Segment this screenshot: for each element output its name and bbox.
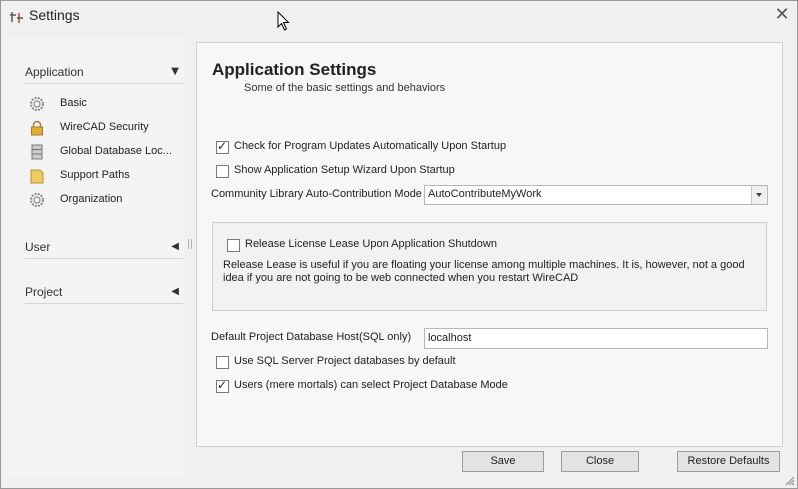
resize-grip-icon[interactable] <box>785 476 795 486</box>
community-mode-dropdown[interactable]: AutoContributeMyWork <box>424 185 768 205</box>
release-license-label: Release License Lease Upon Application S… <box>245 238 497 250</box>
folder-icon <box>30 169 44 184</box>
chevron-left-icon: ◀ <box>171 241 179 252</box>
nav-group-label: Project <box>25 285 63 299</box>
show-wizard-label: Show Application Setup Wizard Upon Start… <box>234 164 455 176</box>
window-title: Settings <box>29 7 80 23</box>
restore-defaults-button[interactable]: Restore Defaults <box>677 451 780 472</box>
chevron-down-icon[interactable] <box>751 186 767 204</box>
db-host-input[interactable] <box>425 329 758 346</box>
db-host-label: Default Project Database Host(SQL only) <box>211 331 412 343</box>
sidebar-item-global-database[interactable]: Global Database Loc... <box>29 143 179 161</box>
sidebar-item-organization[interactable]: Organization <box>29 191 179 209</box>
sidebar-item-label: Organization <box>60 193 123 205</box>
users-select-label: Users (mere mortals) can select Project … <box>234 379 508 391</box>
nav-group-project[interactable]: Project ◀ <box>25 285 183 304</box>
chevron-down-icon: ▼ <box>171 66 179 77</box>
mouse-cursor-icon <box>277 11 290 31</box>
sidebar-item-label: Support Paths <box>60 169 130 181</box>
release-license-description: Release Lease is useful if you are float… <box>223 259 745 284</box>
sidebar-item-basic[interactable]: Basic <box>29 95 179 113</box>
sidebar-item-label: Basic <box>60 97 87 109</box>
nav-group-label: User <box>25 240 51 254</box>
chevron-left-icon: ◀ <box>171 286 179 297</box>
sidebar-item-support-paths[interactable]: Support Paths <box>29 167 179 185</box>
users-select-checkbox[interactable] <box>216 378 229 393</box>
app-icon <box>10 12 23 23</box>
close-window-button[interactable]: ✕ <box>773 6 791 24</box>
show-wizard-checkbox[interactable] <box>216 165 229 178</box>
save-button[interactable]: Save <box>462 451 544 472</box>
sidebar-item-label: WireCAD Security <box>60 121 149 133</box>
community-library-label: Community Library Auto-Contribution Mode <box>211 188 422 200</box>
gear-icon <box>30 97 44 111</box>
nav-group-user[interactable]: User ◀ <box>25 240 183 259</box>
page-subtitle: Some of the basic settings and behaviors <box>244 82 446 94</box>
community-mode-value: AutoContributeMyWork <box>428 188 542 200</box>
settings-window: Settings ✕ Application ▼ Basic WireCAD S… <box>0 0 798 489</box>
nav-group-application[interactable]: Application ▼ <box>25 65 183 84</box>
db-host-field[interactable] <box>424 328 768 349</box>
page-title: Application Settings <box>212 60 377 79</box>
check-updates-label: Check for Program Updates Automatically … <box>234 140 507 152</box>
gear-icon <box>30 193 44 207</box>
close-button[interactable]: Close <box>561 451 639 472</box>
splitter-handle[interactable] <box>188 239 192 249</box>
sidebar-item-label: Global Database Loc... <box>60 145 172 157</box>
check-updates-checkbox[interactable] <box>216 139 229 154</box>
sidebar: Application ▼ Basic WireCAD Security Glo <box>9 37 185 477</box>
nav-group-label: Application <box>25 65 84 79</box>
title-bar[interactable]: Settings ✕ <box>1 1 797 31</box>
use-sql-checkbox[interactable] <box>216 356 229 369</box>
lock-icon <box>31 120 43 136</box>
settings-panel: Application Settings Some of the basic s… <box>196 42 783 447</box>
sidebar-item-wirecad-security[interactable]: WireCAD Security <box>29 119 179 137</box>
database-icon <box>31 144 43 160</box>
use-sql-label: Use SQL Server Project databases by defa… <box>234 355 456 367</box>
release-license-checkbox[interactable] <box>227 239 240 252</box>
license-groupbox: Release License Lease Upon Application S… <box>212 222 767 311</box>
